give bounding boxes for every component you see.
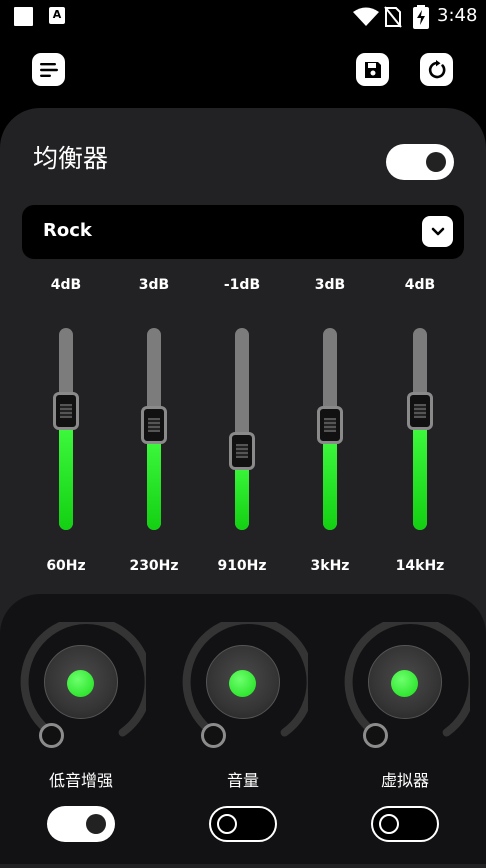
band-gain-label: 4dB [404,277,436,293]
bass-boost-label: 低音增强 [48,771,113,790]
eq-band-4: 4dB 14kHz [380,270,460,580]
band-slider-thumb[interactable] [53,392,79,430]
a-notification-icon: A [49,7,65,24]
square-notification-icon [14,7,33,26]
save-icon [364,61,381,78]
volume-knob[interactable] [178,616,315,752]
knob-min-marker [39,723,64,748]
knob-min-marker [363,723,388,748]
knob-min-marker [201,723,226,748]
band-gain-label: 4dB [50,277,82,293]
band-gain-label: 3dB [314,277,346,293]
no-sim-icon [384,6,402,28]
eq-band-0: 4dB 60Hz [26,270,106,580]
band-frequency-label: 910Hz [217,558,267,574]
band-slider-track[interactable] [235,328,249,530]
equalizer-toggle[interactable] [386,144,454,180]
band-gain-label: -1dB [223,277,261,293]
eq-band-2: -1dB 910Hz [202,270,282,580]
toggle-knob [426,152,446,172]
eq-band-1: 3dB 230Hz [114,270,194,580]
band-slider-thumb[interactable] [407,392,433,430]
status-bar: A 3:48 [0,0,486,34]
band-gain-label: 3dB [138,277,170,293]
toggle-knob [379,814,399,834]
band-frequency-label: 230Hz [129,558,179,574]
band-slider-thumb[interactable] [317,406,343,444]
band-slider-thumb[interactable] [141,406,167,444]
band-frequency-label: 14kHz [395,558,445,574]
virtualizer-toggle[interactable] [371,806,439,842]
menu-button[interactable] [32,53,65,86]
knob-indicator [391,670,418,697]
battery-charging-icon [413,5,429,29]
knob-indicator [67,670,94,697]
reset-icon [428,59,445,78]
menu-icon [39,62,58,77]
volume-toggle[interactable] [209,806,277,842]
save-preset-button[interactable] [356,53,389,86]
wifi-icon [353,7,379,26]
virtualizer-label: 虚拟器 [380,771,429,790]
preset-dropdown-button[interactable] [422,216,453,247]
volume-label: 音量 [226,771,259,790]
toggle-knob [86,814,106,834]
toggle-knob [217,814,237,834]
equalizer-title: 均衡器 [33,144,109,173]
preset-label: Rock [43,220,92,241]
band-slider-thumb[interactable] [229,432,255,470]
reset-button[interactable] [420,53,453,86]
status-time: 3:48 [437,5,478,26]
band-frequency-label: 60Hz [46,558,86,574]
virtualizer-knob[interactable] [340,616,477,752]
bass-boost-toggle[interactable] [47,806,115,842]
band-frequency-label: 3kHz [310,558,350,574]
eq-band-3: 3dB 3kHz [290,270,370,580]
preset-selector[interactable]: Rock [22,205,464,259]
knob-indicator [229,670,256,697]
chevron-down-icon [431,227,444,235]
bass-boost-knob[interactable] [16,616,153,752]
